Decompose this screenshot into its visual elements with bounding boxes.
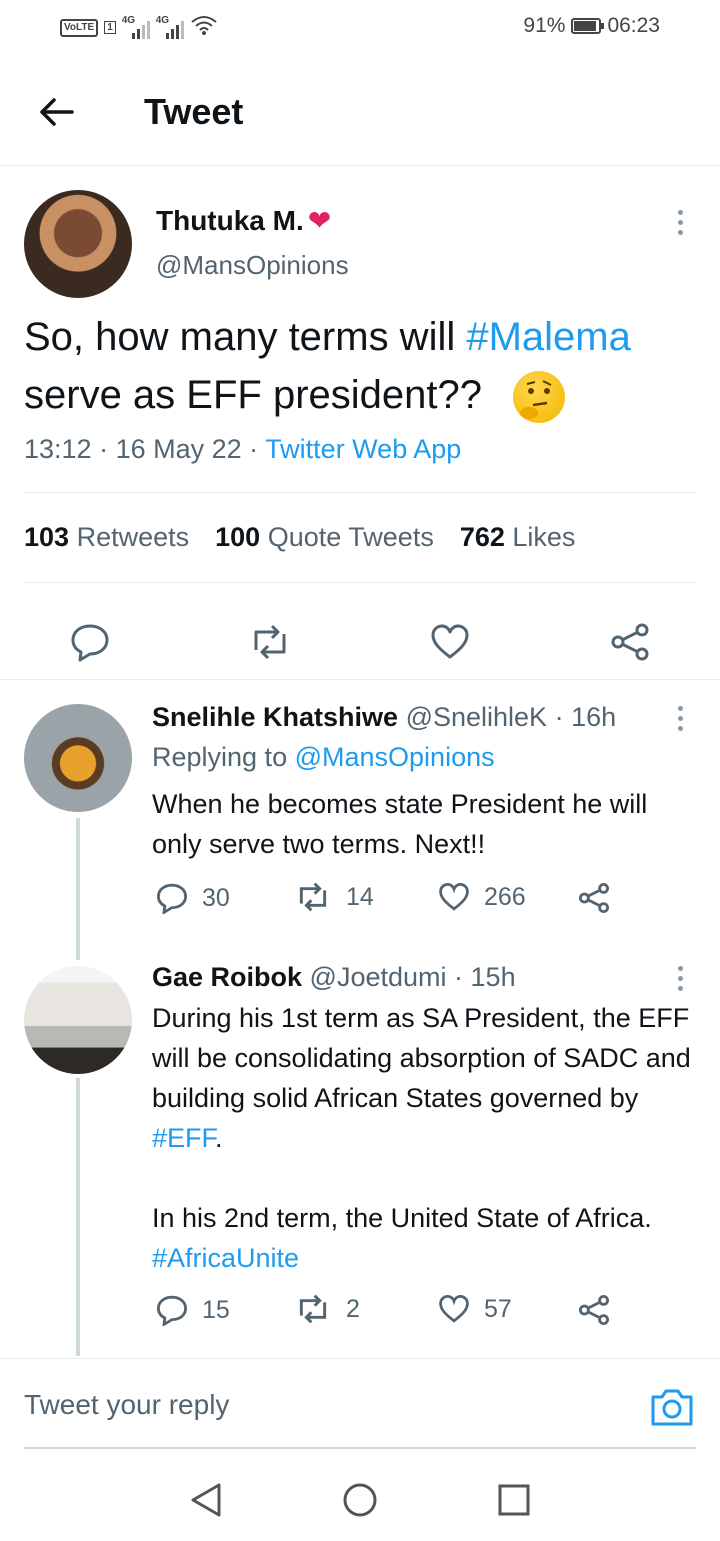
quotes-stat[interactable]: 100 Quote Tweets (215, 522, 434, 553)
signal-icon: 4G (122, 15, 150, 39)
nav-back-button[interactable] (186, 1480, 226, 1520)
reply-age: 16h (571, 702, 617, 732)
reply-text: When he becomes state President he will … (152, 789, 655, 859)
avatar[interactable] (24, 190, 132, 298)
avatar[interactable] (24, 704, 132, 812)
like-icon (439, 882, 469, 911)
battery-icon (571, 18, 605, 34)
retweet-button[interactable] (248, 620, 292, 664)
mention-link[interactable]: @MansOpinions (295, 742, 495, 772)
retweet-icon (299, 1294, 327, 1324)
divider (24, 582, 696, 583)
likes-stat[interactable]: 762 Likes (460, 522, 576, 553)
nav-recents-button[interactable] (494, 1480, 534, 1520)
hashtag-link[interactable]: #Malema (466, 315, 631, 359)
divider (24, 492, 696, 493)
like-button[interactable]: 57 (438, 1294, 512, 1324)
retweet-button[interactable]: 14 (294, 882, 374, 912)
camera-icon (651, 1389, 693, 1426)
reply-text: During his 1st term as SA President, the… (152, 1003, 699, 1153)
home-circle-icon (343, 1483, 377, 1517)
share-button[interactable] (578, 882, 610, 914)
volte-badge: VoLTE (60, 18, 99, 37)
back-triangle-icon (191, 1483, 221, 1517)
like-button[interactable] (428, 620, 472, 664)
sim-indicator: 1 (104, 21, 116, 34)
share-icon (579, 1295, 609, 1325)
tweet-date: 16 May 22 (115, 434, 242, 464)
like-icon (431, 624, 469, 659)
reply-age: 15h (470, 962, 516, 992)
tweet-meta: 13:12 · 16 May 22 · Twitter Web App (24, 434, 462, 464)
reply-button[interactable]: 30 (156, 882, 230, 914)
like-icon (439, 1294, 469, 1323)
tweet-stats: 103 Retweets 100 Quote Tweets 762 Likes (24, 522, 575, 553)
clock: 06:23 (607, 14, 660, 37)
reply-author-name[interactable]: Snelihle Khatshiwe (152, 702, 398, 732)
battery-percent: 91% (523, 14, 566, 37)
recents-square-icon (498, 1484, 530, 1516)
arrow-left-icon (40, 98, 74, 126)
share-icon (611, 623, 649, 661)
reply-button[interactable]: 15 (156, 1294, 230, 1326)
thread-line (76, 1078, 80, 1356)
reply-author-name[interactable]: Gae Roibok (152, 962, 302, 992)
reply-icon (156, 1295, 188, 1326)
reply-actions: 15 2 57 (152, 1294, 672, 1334)
status-bar: VoLTE 1 4G 4G 91% 06:23 (0, 0, 720, 56)
system-nav-bar (0, 1460, 720, 1541)
reply-actions: 30 14 266 (152, 882, 672, 922)
page-title: Tweet (144, 91, 244, 132)
replying-to: Replying to @MansOpinions (152, 742, 495, 772)
reply-icon (71, 624, 109, 662)
tweet-actions (0, 606, 720, 678)
reply-header: Snelihle Khatshiwe @SnelihleK · 16h (152, 702, 617, 732)
retweet-button[interactable]: 2 (294, 1294, 360, 1324)
hashtag-link[interactable]: #EFF (152, 1123, 215, 1153)
hashtag-link[interactable]: #AfricaUnite (152, 1243, 299, 1273)
reply-header: Gae Roibok @Joetdumi · 15h (152, 962, 516, 992)
input-underline (24, 1447, 696, 1449)
more-options-icon[interactable] (668, 960, 692, 996)
signal-icon: 4G (156, 15, 184, 39)
thinking-face-emoji (513, 371, 566, 424)
status-left: VoLTE 1 4G 4G (60, 14, 218, 41)
reply-compose-bar (0, 1358, 720, 1449)
nav-home-button[interactable] (340, 1480, 380, 1520)
reply-button[interactable] (68, 620, 112, 664)
retweets-stat[interactable]: 103 Retweets (24, 522, 189, 553)
retweet-icon (254, 624, 286, 660)
retweet-icon (299, 882, 327, 912)
more-options-icon[interactable] (668, 204, 692, 240)
share-button[interactable] (608, 620, 652, 664)
status-right: 91% 06:23 (523, 14, 660, 38)
reply-handle[interactable]: @SnelihleK (406, 702, 548, 732)
avatar[interactable] (24, 966, 132, 1074)
tweet-time: 13:12 (24, 434, 92, 464)
top-app-bar: Tweet (0, 56, 720, 166)
reply-icon (156, 883, 188, 914)
back-button[interactable] (32, 88, 80, 136)
reply-input[interactable] (24, 1389, 584, 1421)
reply-handle[interactable]: @Joetdumi (310, 962, 447, 992)
wifi-icon (190, 14, 218, 41)
heart-emoji: ❤ (307, 205, 332, 236)
camera-button[interactable] (650, 1387, 694, 1427)
replies-list: Snelihle Khatshiwe @SnelihleK · 16h Repl… (0, 679, 720, 1356)
author-name[interactable]: Thutuka M. ❤ (156, 204, 331, 237)
author-handle[interactable]: @MansOpinions (156, 250, 349, 281)
share-button[interactable] (578, 1294, 610, 1326)
more-options-icon[interactable] (668, 700, 692, 736)
reply-text: In his 2nd term, the United State of Afr… (152, 1203, 660, 1273)
thread-line (76, 818, 80, 960)
tweet-text: So, how many terms will #Malema serve as… (24, 308, 704, 424)
like-button[interactable]: 266 (438, 882, 526, 912)
share-icon (579, 883, 609, 913)
source-link[interactable]: Twitter Web App (265, 434, 461, 464)
